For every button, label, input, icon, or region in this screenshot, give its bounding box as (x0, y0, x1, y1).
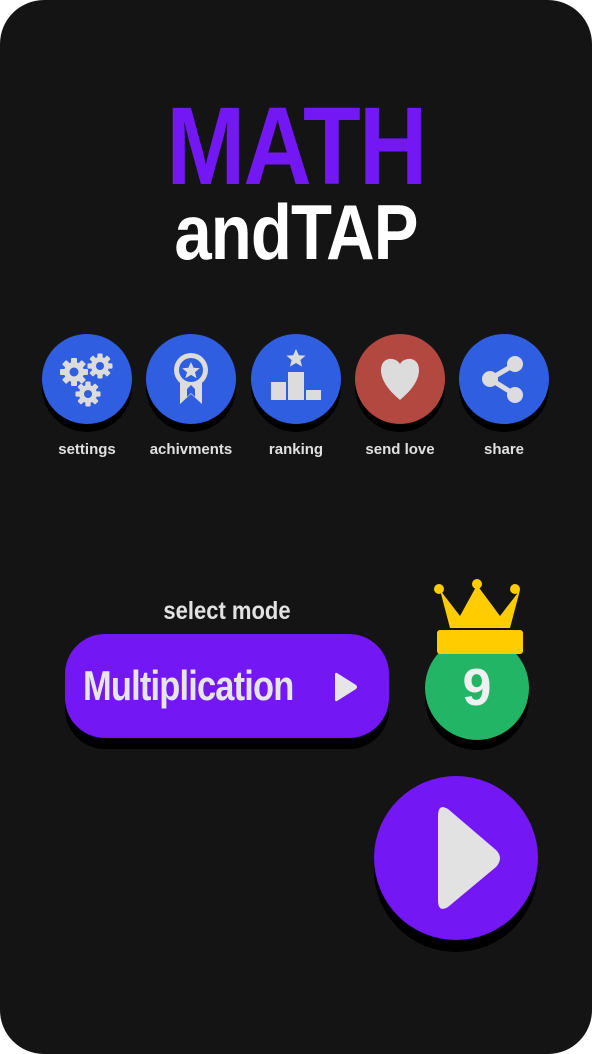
mode-value: Multiplication (83, 662, 294, 709)
mode-select-button[interactable]: Multiplication (65, 634, 389, 738)
send-love-button[interactable]: send love (348, 334, 452, 464)
game-screen: MATH andTAP settings achivments ranking … (0, 0, 592, 1054)
play-button[interactable] (374, 776, 538, 940)
settings-button[interactable]: settings (35, 334, 139, 464)
settings-circle[interactable] (42, 334, 132, 424)
achievements-circle[interactable] (146, 334, 236, 424)
title-math: MATH (166, 85, 427, 208)
select-mode-label: select mode (163, 597, 291, 625)
share-icon (482, 356, 523, 403)
play-icon (438, 807, 500, 909)
title-andtap: andTAP (174, 188, 418, 276)
achievements-label: achivments (149, 441, 233, 458)
achievements-button[interactable]: achivments (139, 334, 243, 464)
ranking-circle[interactable] (251, 334, 341, 424)
mode-arrow-icon (335, 672, 357, 702)
ranking-podium-icon (271, 349, 321, 400)
send-love-label: send love (365, 441, 435, 458)
achievement-badge-icon (174, 353, 208, 404)
share-circle[interactable] (459, 334, 549, 424)
send-love-circle[interactable] (355, 334, 445, 424)
ranking-label: ranking (268, 441, 324, 458)
settings-gears-icon (60, 353, 113, 407)
share-button[interactable]: share (452, 334, 556, 464)
settings-label: settings (58, 441, 116, 458)
share-label: share (483, 441, 525, 458)
crown-icon (434, 579, 523, 654)
best-score-value: 9 (462, 659, 492, 717)
heart-icon (381, 358, 419, 400)
ranking-button[interactable]: ranking (244, 334, 348, 464)
